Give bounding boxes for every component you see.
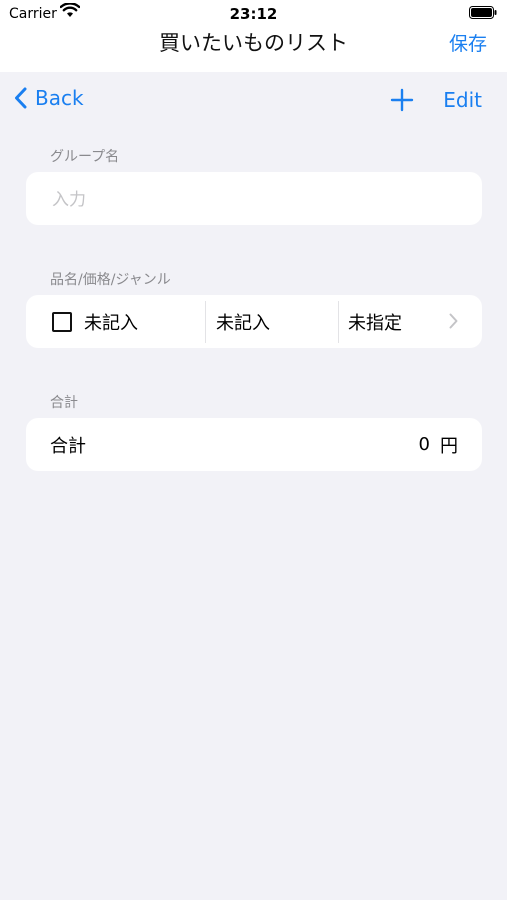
status-bar: Carrier 23:12 bbox=[0, 0, 507, 26]
add-button[interactable] bbox=[390, 88, 414, 112]
group-name-card bbox=[26, 172, 482, 227]
page-title: 買いたいものリスト bbox=[159, 31, 348, 55]
chevron-right-icon bbox=[449, 313, 458, 329]
total-section-label: 合計 bbox=[50, 395, 78, 411]
item-genre-cell[interactable]: 未指定 bbox=[348, 295, 402, 348]
divider bbox=[205, 301, 206, 343]
total-unit: 円 bbox=[440, 435, 458, 457]
toolbar: Back Edit bbox=[0, 72, 507, 126]
total-value: 0 円 bbox=[419, 418, 458, 471]
edit-button[interactable]: Edit bbox=[443, 88, 482, 112]
chevron-left-icon bbox=[15, 87, 27, 109]
back-button-label: Back bbox=[35, 86, 84, 110]
item-price: 未記入 bbox=[216, 312, 270, 334]
items-card: 未記入 未記入 未指定 bbox=[26, 295, 482, 348]
group-section-label: グループ名 bbox=[50, 149, 120, 165]
battery-icon bbox=[469, 6, 497, 19]
divider bbox=[338, 301, 339, 343]
item-name: 未記入 bbox=[84, 312, 138, 334]
back-button[interactable]: Back bbox=[14, 86, 84, 110]
checkbox-icon[interactable] bbox=[52, 311, 72, 332]
clock: 23:12 bbox=[229, 5, 278, 23]
plus-icon bbox=[390, 88, 414, 112]
save-button[interactable]: 保存 bbox=[449, 29, 487, 56]
items-section-label: 品名/価格/ジャンル bbox=[50, 272, 171, 288]
total-label: 合計 bbox=[50, 435, 86, 457]
item-genre: 未指定 bbox=[348, 312, 402, 334]
total-amount: 0 bbox=[418, 434, 430, 455]
group-name-input[interactable] bbox=[50, 172, 454, 227]
total-card: 合計 0 円 bbox=[26, 418, 482, 471]
item-row[interactable]: 未記入 未記入 未指定 bbox=[26, 295, 482, 348]
item-name-cell[interactable]: 未記入 bbox=[52, 295, 138, 348]
top-bar: Carrier 23:12 買いたいものリスト 保存 bbox=[0, 0, 507, 72]
item-price-cell[interactable]: 未記入 bbox=[216, 295, 270, 348]
